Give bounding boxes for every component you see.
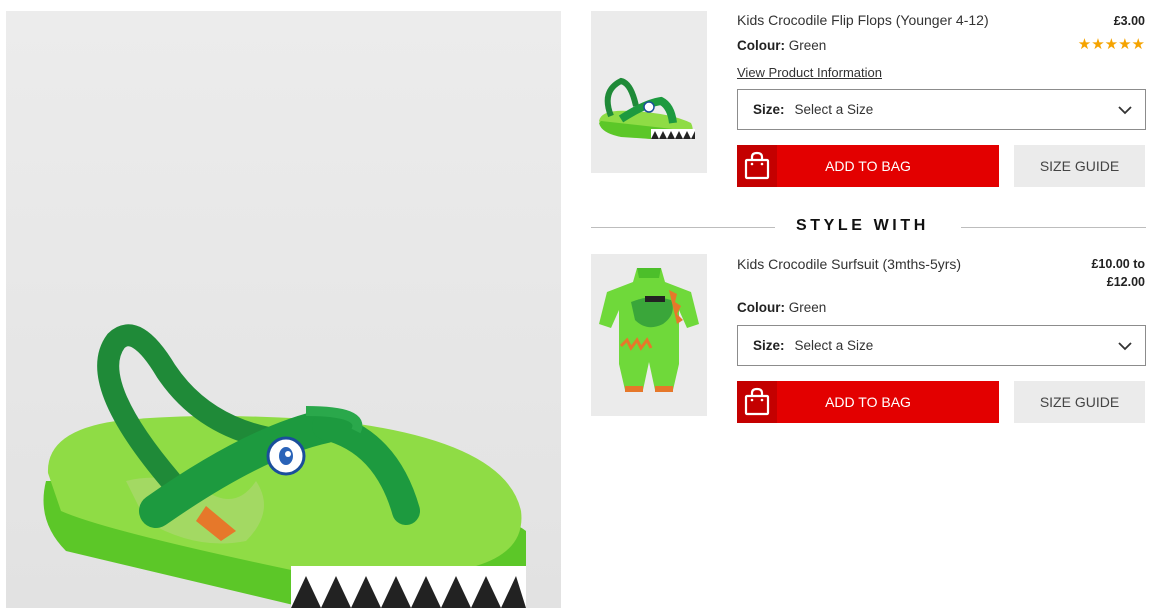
divider-right xyxy=(961,227,1146,228)
colour-label: Colour: xyxy=(737,300,785,315)
rating-stars: ★★★★★ xyxy=(1077,36,1145,53)
divider-left xyxy=(591,227,775,228)
colour-label: Colour: xyxy=(737,38,785,53)
size-label: Size: xyxy=(753,102,785,117)
size-label: Size: xyxy=(753,338,785,353)
size-select[interactable]: Size: Select a Size xyxy=(737,89,1146,130)
size-guide-button[interactable]: SIZE GUIDE xyxy=(1014,145,1145,187)
price-range-from: £10.00 to xyxy=(1091,257,1145,271)
chevron-down-icon xyxy=(1118,106,1132,115)
price-range-to: £12.00 xyxy=(1106,275,1145,289)
product-title: Kids Crocodile Flip Flops (Younger 4-12) xyxy=(737,12,989,28)
add-to-bag-label: ADD TO BAG xyxy=(825,158,911,174)
chevron-down-icon xyxy=(1118,342,1132,351)
size-value: Select a Size xyxy=(794,338,874,353)
product-hero-image xyxy=(6,11,561,608)
view-product-info-link[interactable]: View Product Information xyxy=(737,65,882,80)
style-with-size-guide-button[interactable]: SIZE GUIDE xyxy=(1014,381,1145,423)
style-with-size-select[interactable]: Size: Select a Size xyxy=(737,325,1146,366)
style-with-heading: STYLE WITH xyxy=(796,217,929,234)
product-price: £3.00 xyxy=(1113,14,1145,28)
bag-icon xyxy=(737,145,777,187)
flip-flops-thumbnail[interactable] xyxy=(591,11,707,173)
colour-value: Green xyxy=(788,38,827,53)
bag-icon xyxy=(737,381,777,423)
colour-value: Green xyxy=(788,300,827,315)
add-to-bag-label: ADD TO BAG xyxy=(825,394,911,410)
product-colour: Colour: Green xyxy=(737,38,826,53)
add-to-bag-button[interactable]: ADD TO BAG xyxy=(737,145,999,187)
style-with-title: Kids Crocodile Surfsuit (3mths-5yrs) xyxy=(737,256,962,272)
style-with-colour: Colour: Green xyxy=(737,300,826,315)
style-with-add-to-bag-button[interactable]: ADD TO BAG xyxy=(737,381,999,423)
style-with-price: £10.00 to £12.00 xyxy=(1091,255,1145,291)
surfsuit-thumbnail[interactable] xyxy=(591,254,707,416)
size-value: Select a Size xyxy=(794,102,874,117)
